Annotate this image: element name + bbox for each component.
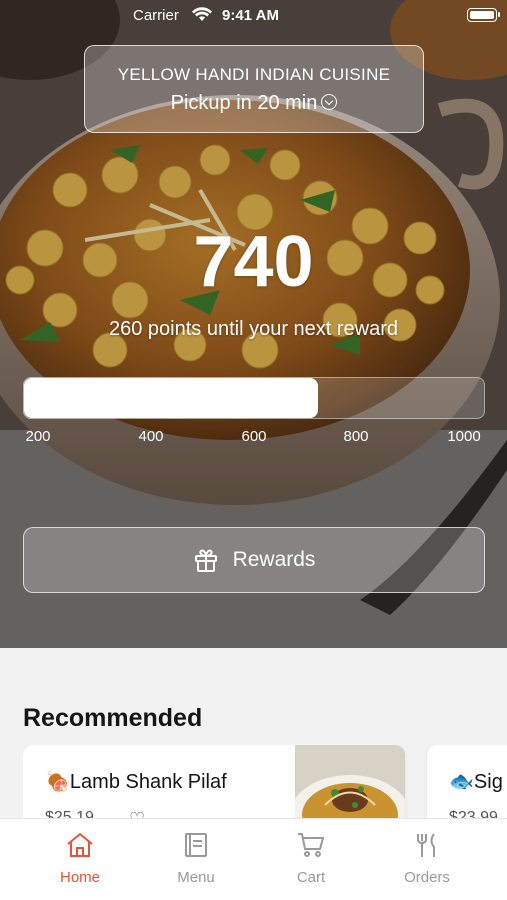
status-bar: Carrier 9:41 AM [0,0,507,30]
rewards-progress-fill [24,378,319,418]
rewards-progress-bar [23,377,485,419]
fork-knife-icon [417,833,435,857]
tab-home[interactable]: Home [40,831,120,886]
clock: 9:41 AM [222,7,279,24]
progress-tick-label: 400 [138,428,164,445]
tab-menu[interactable]: Menu [156,831,236,886]
hero-banner: Carrier 9:41 AM YELLOW HANDI INDIAN CUIS… [0,0,507,648]
fish-emoji-icon: 🐟 [449,771,474,793]
tab-menu-label: Menu [177,869,215,886]
tab-home-label: Home [59,869,100,886]
pickup-time[interactable]: Pickup in 20 min [85,92,423,115]
pilaf-dish-image [295,745,405,825]
points-balance: 740 [193,222,314,302]
home-icon [67,832,93,857]
recommended-card[interactable]: 🍖Lamb Shank Pilaf $25.19 ♡ [23,745,405,825]
wifi-icon [192,7,212,27]
store-pickup-card[interactable]: YELLOW HANDI INDIAN CUISINE Pickup in 20… [84,45,424,133]
progress-tick-label: 1000 [447,428,481,445]
store-name: YELLOW HANDI INDIAN CUISINE [117,65,391,84]
tab-orders-label: Orders [404,869,450,886]
carrier-label: Carrier [133,7,179,24]
progress-tick-label: 800 [343,428,369,445]
chevron-down-circle-icon [321,94,338,110]
progress-ticks: 200 400 600 800 1000 [23,428,485,448]
points-until-reward: 260 points until your next reward [108,318,399,340]
recommended-card[interactable]: 🐟Sig $23.99 [427,745,507,825]
tab-cart-label: Cart [296,869,326,886]
recommended-heading: Recommended [23,704,203,732]
tab-orders[interactable]: Orders [387,831,467,886]
rewards-button-label: Rewards [232,548,316,571]
recommended-carousel[interactable]: 🍖Lamb Shank Pilaf $25.19 ♡ 🐟Sig $23.99 [23,745,507,825]
cart-icon [298,833,325,857]
tab-cart[interactable]: Cart [271,831,351,886]
gift-icon [194,549,217,572]
battery-icon [467,8,500,22]
meat-emoji-icon: 🍖 [45,771,70,793]
rewards-button[interactable]: Rewards [23,527,485,593]
menu-book-icon [185,833,207,857]
recommended-item-name: 🍖Lamb Shank Pilaf [45,771,227,793]
pickup-label: Pickup in 20 min [170,92,318,114]
progress-tick-label: 200 [25,428,51,445]
recommended-item-name: 🐟Sig [449,771,503,793]
progress-tick-label: 600 [241,428,267,445]
bottom-tab-bar: Home Menu Cart Orders [0,818,507,900]
